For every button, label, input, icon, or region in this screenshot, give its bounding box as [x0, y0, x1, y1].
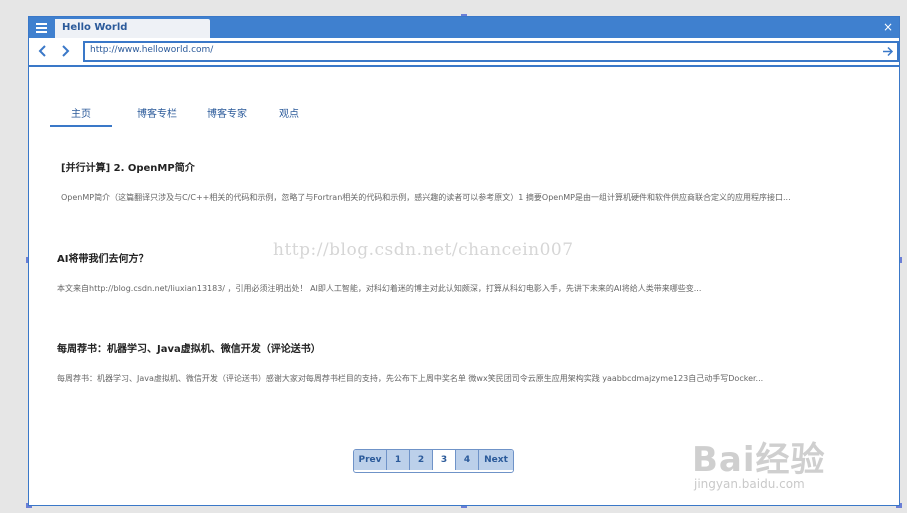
- page-button-3[interactable]: 3: [433, 450, 456, 470]
- baidu-watermark: Bai经验 jingyan.baidu.com: [692, 432, 862, 492]
- article-item: [并行计算] 2. OpenMP简介 OpenMP简介（这篇翻译只涉及与C/C+…: [61, 159, 791, 203]
- baidu-url: jingyan.baidu.com: [694, 477, 805, 491]
- page-button-4[interactable]: 4: [456, 450, 479, 470]
- address-bar: http://www.helloworld.com/: [29, 38, 899, 67]
- forward-arrow-icon[interactable]: [57, 42, 73, 60]
- back-arrow-icon[interactable]: [35, 42, 51, 60]
- article-summary: 每周荐书：机器学习、Java虚拟机、微信开发（评论送书）感谢大家对每周荐书栏目的…: [57, 374, 764, 383]
- page-button-2[interactable]: 2: [410, 450, 433, 470]
- next-page-button[interactable]: Next: [479, 450, 513, 470]
- article-summary: 本文来自http://blog.csdn.net/liuxian13183/ ，…: [57, 284, 702, 293]
- go-arrow-icon[interactable]: [881, 44, 895, 59]
- url-text: http://www.helloworld.com/: [90, 45, 214, 55]
- prev-page-button[interactable]: Prev: [354, 450, 387, 470]
- baidu-logo: Bai经验: [692, 440, 826, 480]
- article-summary: OpenMP简介（这篇翻译只涉及与C/C++相关的代码和示例，忽略了与Fortr…: [61, 193, 791, 202]
- article-title[interactable]: 每周荐书：机器学习、Java虚拟机、微信开发（评论送书）: [57, 340, 763, 355]
- tab-home[interactable]: 主页: [71, 105, 91, 120]
- menu-icon[interactable]: [29, 17, 54, 38]
- tab-opinions[interactable]: 观点: [279, 105, 299, 120]
- page-button-1[interactable]: 1: [387, 450, 410, 470]
- active-tab-indicator: [50, 125, 112, 127]
- url-input[interactable]: http://www.helloworld.com/: [83, 41, 899, 62]
- close-icon[interactable]: ×: [882, 19, 894, 35]
- tab-title: Hello World: [62, 22, 128, 33]
- title-bar: Hello World ×: [29, 17, 899, 38]
- article-item: 每周荐书：机器学习、Java虚拟机、微信开发（评论送书） 每周荐书：机器学习、J…: [57, 340, 763, 384]
- site-nav: 主页 博客专栏 博客专家 观点: [49, 105, 349, 127]
- browser-tab[interactable]: Hello World: [55, 19, 210, 38]
- tab-blog-experts[interactable]: 博客专家: [207, 105, 247, 120]
- tab-blog-columns[interactable]: 博客专栏: [137, 105, 177, 120]
- pagination: Prev 1 2 3 4 Next: [353, 449, 514, 473]
- article-title[interactable]: [并行计算] 2. OpenMP简介: [61, 159, 791, 174]
- blog-watermark: http://blog.csdn.net/chancein007: [273, 240, 574, 260]
